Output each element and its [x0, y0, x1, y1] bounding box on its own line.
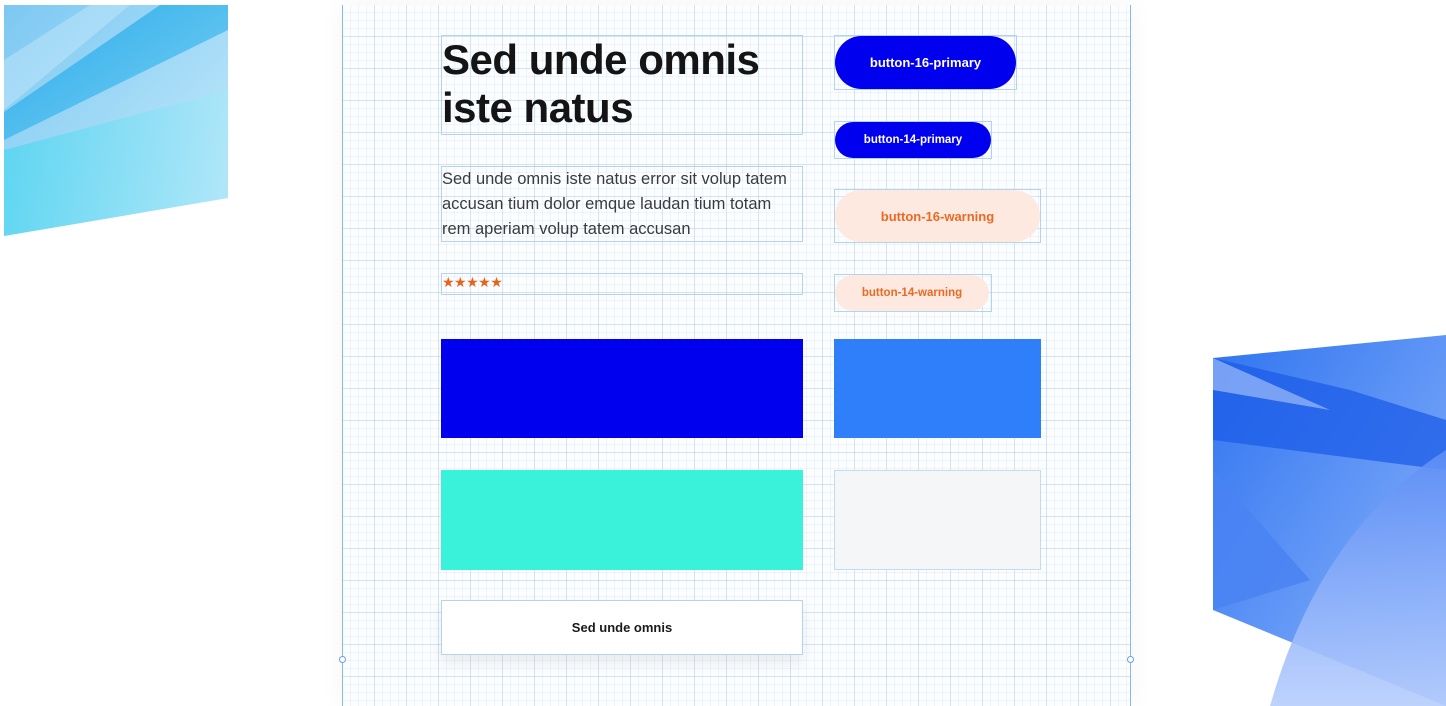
button-14-warning[interactable]: button-14-warning: [835, 275, 989, 311]
button-16-primary[interactable]: button-16-primary: [835, 36, 1016, 89]
card-button[interactable]: Sed unde omnis: [441, 600, 803, 655]
color-swatch-neutral: [834, 470, 1041, 570]
decorative-shape-right: [1213, 335, 1446, 706]
color-swatch-primary-light: [834, 339, 1041, 438]
star-rating: ★★★★★: [442, 275, 503, 291]
resize-handle-left[interactable]: [339, 656, 346, 663]
color-swatch-accent: [441, 470, 803, 570]
button-14-primary[interactable]: button-14-primary: [835, 122, 991, 158]
artboard-guide-left: [342, 5, 343, 706]
color-swatch-primary: [441, 339, 803, 438]
artboard-guide-right: [1130, 5, 1131, 706]
button-16-warning[interactable]: button-16-warning: [835, 190, 1040, 242]
headline: Sed unde omnis iste natus: [442, 36, 760, 131]
resize-handle-right[interactable]: [1127, 656, 1134, 663]
body-paragraph: Sed unde omnis iste natus error sit volu…: [442, 170, 787, 238]
decorative-shape-left: [4, 5, 228, 236]
